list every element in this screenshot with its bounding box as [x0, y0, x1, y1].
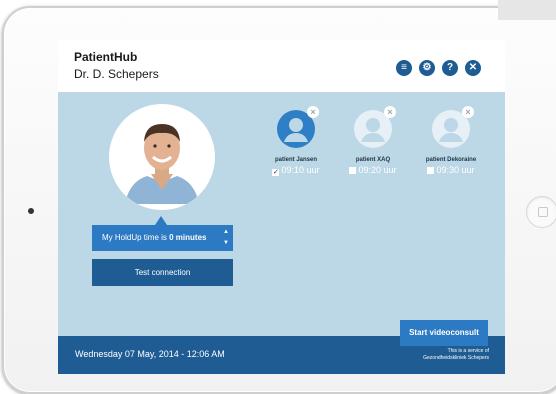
doctor-portrait-image: [115, 110, 209, 204]
stepper-down-icon[interactable]: ▼: [222, 238, 230, 249]
patient-avatar[interactable]: ×: [277, 106, 319, 148]
app-screen: PatientHub Dr. D. Schepers ≡ ⚙ ? ✕ My Ho…: [58, 40, 505, 374]
patient-time: ✓ 09:10 uur: [264, 165, 328, 176]
holdup-callout-arrow: [155, 216, 167, 225]
patient-name: patient Jansen: [274, 157, 317, 163]
patient-time-text: 09:20 uur: [358, 165, 397, 175]
patient-name: patient Dekoraine: [425, 157, 477, 163]
home-button[interactable]: [526, 196, 556, 228]
patient-checkbox[interactable]: [349, 167, 357, 174]
patient-time: 09:20 uur: [341, 165, 405, 175]
background-corner: [498, 0, 556, 20]
gear-icon[interactable]: ⚙: [419, 60, 435, 76]
patient-card[interactable]: × patient Dekoraine 09:30 uur: [419, 106, 483, 175]
remove-patient-icon[interactable]: ×: [307, 106, 319, 118]
patient-checkbox[interactable]: ✓: [272, 169, 280, 176]
help-icon[interactable]: ?: [442, 60, 458, 76]
close-icon[interactable]: ✕: [465, 60, 481, 76]
service-line-2: Gezondheidskliniek Schepers: [423, 355, 489, 361]
holdup-text: My HoldUp time is: [102, 233, 170, 242]
patient-card[interactable]: × patient XAQ 09:20 uur: [341, 106, 405, 175]
patient-time-text: 09:30 uur: [436, 165, 475, 175]
doctor-photo: [109, 104, 215, 210]
patient-time: 09:30 uur: [419, 165, 483, 175]
stepper-up-icon[interactable]: ▲: [222, 227, 230, 238]
app-header: PatientHub Dr. D. Schepers ≡ ⚙ ? ✕: [58, 40, 505, 92]
patient-time-text: 09:10 uur: [281, 165, 320, 175]
patient-avatar[interactable]: ×: [432, 106, 474, 148]
holdup-time-control[interactable]: My HoldUp time is 0 minutes ▲ ▼: [92, 225, 233, 251]
holdup-value: 0 minutes: [169, 233, 207, 242]
patient-name: patient XAQ: [355, 157, 391, 163]
remove-patient-icon[interactable]: ×: [384, 106, 396, 118]
start-videoconsult-button[interactable]: Start videoconsult: [400, 320, 488, 346]
menu-icon[interactable]: ≡: [396, 60, 412, 76]
service-notice: This is a service of Gezondheidskliniek …: [379, 348, 489, 362]
footer-date: Wednesday 07 May, 2014 - 12:06 AM: [75, 349, 225, 359]
patient-avatar[interactable]: ×: [354, 106, 396, 148]
remove-patient-icon[interactable]: ×: [462, 106, 474, 118]
service-line-1: This is a service of: [447, 348, 489, 354]
patient-checkbox[interactable]: [427, 167, 435, 174]
app-title: PatientHub: [74, 50, 138, 64]
tablet-frame: PatientHub Dr. D. Schepers ≡ ⚙ ? ✕ My Ho…: [2, 6, 556, 394]
camera-dot: [28, 208, 34, 214]
holdup-stepper[interactable]: ▲ ▼: [222, 227, 230, 249]
doctor-name: Dr. D. Schepers: [74, 67, 159, 81]
patient-card[interactable]: × patient Jansen ✓ 09:10 uur: [264, 106, 328, 176]
test-connection-button[interactable]: Test connection: [92, 259, 233, 286]
home-button-square-icon: [538, 207, 548, 217]
